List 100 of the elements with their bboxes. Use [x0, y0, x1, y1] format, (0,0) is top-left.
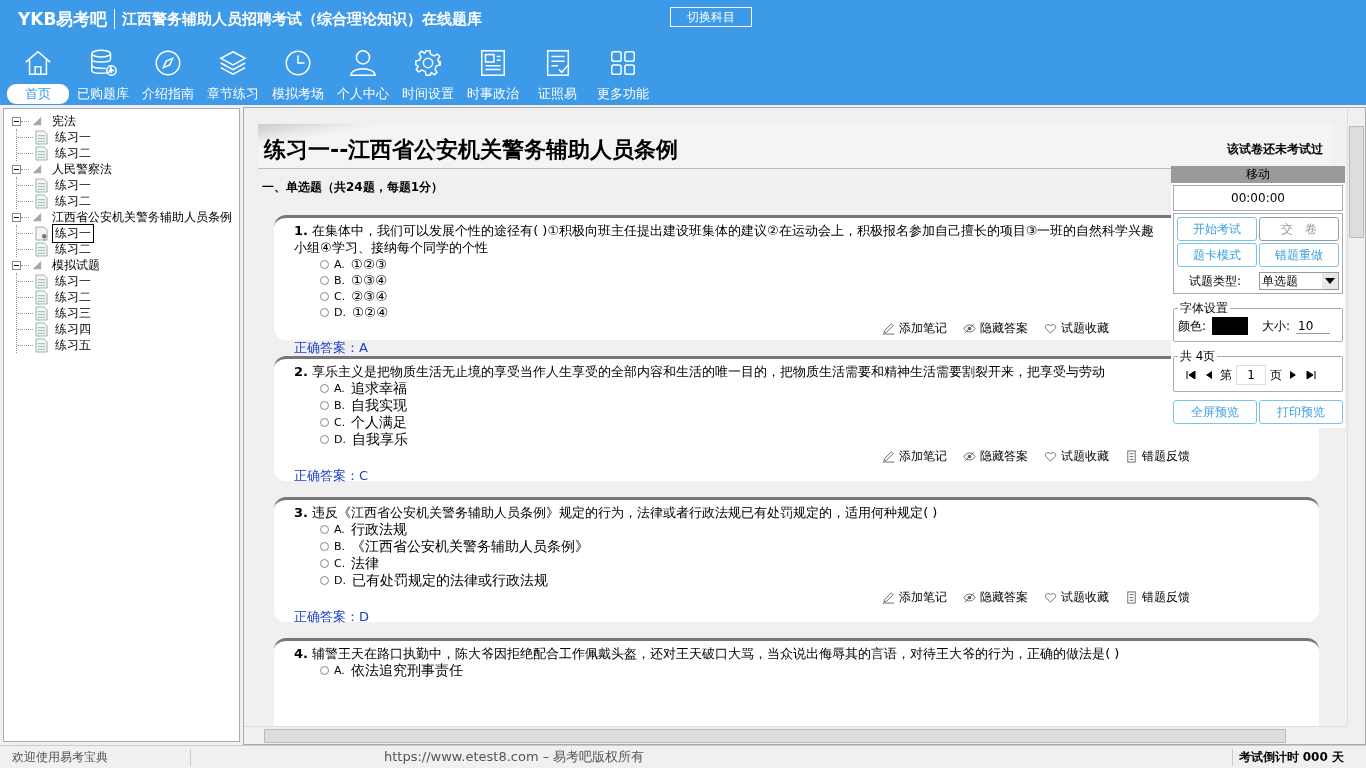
option-text[interactable]: ①②④	[351, 304, 389, 320]
radio-button[interactable]	[320, 384, 329, 393]
triangle-icon	[32, 164, 42, 174]
layers-icon[interactable]	[217, 48, 248, 78]
collapse-toggle-icon[interactable]	[12, 116, 21, 126]
radio-button[interactable]	[320, 542, 329, 551]
type-label: 试题类型:	[1189, 272, 1242, 290]
previous-page-icon[interactable]	[1204, 371, 1214, 379]
eye-icon	[963, 591, 976, 604]
heart-icon	[1044, 450, 1057, 463]
question-text: 1. 在集体中，我们可以发展个性的途径有( )①积极向班主任提出建设班集体的建议②在运动会上，积极报名参加自己擅长的项目③一班的自然科学兴趣小组④学习、接纳每个同学的个性	[294, 222, 1156, 256]
settings-icon[interactable]	[412, 48, 443, 78]
option-text[interactable]: 依法追究刑事责任	[350, 661, 463, 680]
radio-button[interactable]	[320, 401, 329, 410]
type-dropdown[interactable]: 单选题	[1259, 272, 1339, 290]
radio-button[interactable]	[320, 576, 329, 585]
tree-item[interactable]: 练习一	[53, 272, 93, 290]
radio-button[interactable]	[320, 418, 329, 427]
option-text[interactable]: 法律	[351, 554, 380, 573]
question-text: 2. 享乐主义是把物质生活无止境的享受当作人生享受的全部内容和生活的唯一目的，把物质生活需要和精神生活需要割裂开来，把享受与劳动	[294, 363, 1107, 380]
document-icon	[1125, 591, 1138, 604]
option-label: B.	[334, 399, 346, 412]
question-action-link[interactable]: 试题收藏	[1061, 448, 1109, 465]
document-icon	[35, 321, 48, 337]
tree-item[interactable]: 练习一	[53, 176, 93, 194]
last-page-icon[interactable]	[1306, 371, 1316, 379]
triangle-icon	[32, 212, 42, 222]
triangle-icon	[32, 260, 42, 270]
page-suffix: 页	[1270, 366, 1282, 384]
option-label: A.	[334, 664, 345, 677]
document-icon	[35, 273, 48, 289]
document-icon	[1125, 450, 1138, 463]
question-action-link[interactable]: 添加笔记	[899, 589, 947, 606]
document-icon	[35, 337, 48, 353]
option-text[interactable]: 已有处罚规定的法律或行政法规	[351, 571, 548, 590]
option-text[interactable]: ①②③	[350, 256, 388, 272]
question-action-link[interactable]: 隐藏答案	[980, 589, 1028, 606]
option-text[interactable]: 追求幸福	[350, 379, 407, 398]
size-field[interactable]: 10	[1296, 318, 1331, 334]
radio-button[interactable]	[320, 435, 329, 444]
tree-item[interactable]: 练习二	[53, 192, 93, 210]
correct-answer: 正确答案：D	[294, 608, 369, 626]
radio-button[interactable]	[320, 559, 329, 568]
radio-button[interactable]	[320, 666, 329, 675]
radio-button[interactable]	[320, 259, 329, 269]
option-text[interactable]: ①③④	[351, 272, 388, 288]
option-text[interactable]: 行政法规	[350, 520, 407, 539]
color-swatch[interactable]	[1212, 317, 1249, 335]
tree-item[interactable]: 练习三	[53, 304, 93, 322]
horizontal-scrollbar[interactable]	[244, 726, 1347, 744]
group-title: 字体设置	[1179, 300, 1229, 317]
document-icon	[35, 241, 48, 257]
page-field[interactable]: 1	[1236, 365, 1266, 385]
tree-item[interactable]: 练习五	[53, 336, 93, 354]
option-text[interactable]: 自我享乐	[351, 430, 408, 449]
question-action-link[interactable]: 试题收藏	[1061, 589, 1109, 606]
radio-button[interactable]	[320, 307, 329, 317]
user-icon[interactable]	[347, 48, 378, 78]
home-icon[interactable]	[22, 48, 53, 78]
option-label: A.	[334, 523, 345, 536]
timer-display: 00:00:00	[1173, 185, 1343, 211]
radio-button[interactable]	[320, 291, 329, 301]
pencil-icon	[882, 322, 895, 335]
panel-header[interactable]: 移动	[1171, 166, 1345, 183]
pencil-icon	[882, 450, 895, 463]
collapse-toggle-icon[interactable]	[12, 260, 21, 270]
tree-node[interactable]: 宪法	[50, 112, 78, 130]
tree-node[interactable]: 模拟试题	[50, 256, 102, 274]
tree-item[interactable]: 练习二	[53, 288, 93, 306]
collapse-toggle-icon[interactable]	[12, 164, 21, 174]
first-page-icon[interactable]	[1186, 371, 1196, 379]
option-text[interactable]: 《江西省公安机关警务辅助人员条例》	[351, 537, 590, 556]
radio-button[interactable]	[320, 275, 329, 285]
tree-node[interactable]: 江西省公安机关警务辅助人员条例	[50, 208, 234, 226]
app-title: 江西警务辅助人员招聘考试（综合理论知识）在线题库	[122, 9, 483, 29]
tree-item[interactable]: 练习一	[53, 224, 93, 242]
option-text[interactable]: 自我实现	[351, 396, 408, 415]
tree-item[interactable]: 练习二	[53, 240, 93, 258]
question-action-link[interactable]: 隐藏答案	[980, 320, 1028, 337]
countdown-text: 考试倒计时 000 天	[1231, 748, 1344, 766]
question-action-link[interactable]: 错题反馈	[1142, 448, 1190, 465]
next-page-icon[interactable]	[1288, 371, 1298, 379]
tree-node[interactable]: 人民警察法	[50, 160, 114, 178]
question-action-link[interactable]: 添加笔记	[899, 448, 947, 465]
document-icon	[35, 305, 48, 321]
tree-item[interactable]: 练习四	[53, 320, 93, 338]
collapse-toggle-icon[interactable]	[12, 212, 21, 222]
option-text[interactable]: 个人满足	[351, 413, 408, 432]
tree-item[interactable]: 练习二	[53, 144, 93, 162]
option-label: B.	[334, 273, 346, 287]
question-action-link[interactable]: 添加笔记	[899, 320, 947, 337]
option-text[interactable]: ②③④	[351, 288, 388, 304]
question-action-link[interactable]: 错题反馈	[1142, 589, 1190, 606]
vertical-scrollbar[interactable]	[1347, 108, 1365, 726]
question-action-link[interactable]: 隐藏答案	[980, 448, 1028, 465]
radio-button[interactable]	[320, 525, 329, 534]
option-label: C.	[334, 557, 346, 570]
question-action-link[interactable]: 试题收藏	[1061, 320, 1109, 337]
question-text: 4. 辅警王天在路口执勤中，陈大爷因拒绝配合工作佩戴头盔，还对王天破口大骂，当众说出侮辱其的言语，对待王大爷的行为，正确的做法是( )	[294, 645, 1121, 662]
tree-item[interactable]: 练习一	[53, 128, 93, 146]
